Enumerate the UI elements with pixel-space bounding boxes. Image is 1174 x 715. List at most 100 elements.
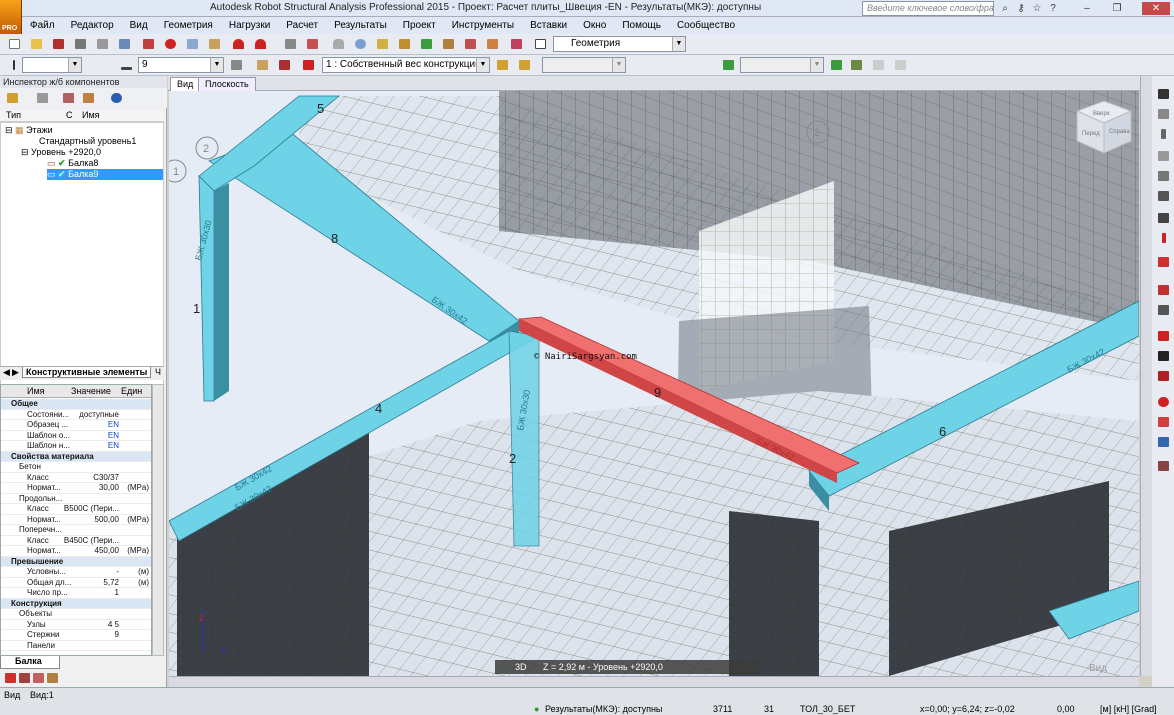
tree-node-beam8[interactable]: ▭ ✔ Балка8 xyxy=(47,158,98,169)
frame-icon[interactable] xyxy=(1155,348,1172,364)
tab-beam[interactable]: Балка xyxy=(0,656,60,669)
property-row[interactable]: Класс C30/37 xyxy=(1,473,151,483)
zoom-icon[interactable] xyxy=(352,36,369,52)
menu-add-ins[interactable]: Вставки xyxy=(522,17,575,33)
support-icon[interactable] xyxy=(1155,328,1172,344)
calculator-icon[interactable] xyxy=(282,36,299,52)
property-subgroup[interactable]: Бетон xyxy=(1,462,151,473)
property-row[interactable]: Состояни... доступные xyxy=(1,410,151,420)
ibeam-icon[interactable] xyxy=(1155,230,1172,246)
release-icon[interactable] xyxy=(1155,254,1172,270)
panel-icon[interactable] xyxy=(1155,168,1172,184)
property-row[interactable]: Нормат... 500,00 (MPa) xyxy=(1,515,151,525)
tab-scroll-left-icon[interactable]: ◀ xyxy=(3,367,10,378)
structure-type-combo[interactable]: ▼ xyxy=(22,57,82,73)
print-preview-icon[interactable] xyxy=(94,36,111,52)
property-row[interactable]: Общая дл... 5,72 (м) xyxy=(1,578,151,588)
property-value[interactable]: 5,72 xyxy=(103,578,119,588)
property-value[interactable]: 9 xyxy=(115,630,119,640)
minimize-button[interactable]: – xyxy=(1080,2,1094,15)
vertical-scrollbar[interactable] xyxy=(1140,76,1152,676)
add-component-icon[interactable] xyxy=(4,90,21,106)
menu-geometry[interactable]: Геометрия xyxy=(156,17,221,33)
slab-icon[interactable] xyxy=(1155,148,1172,164)
property-value[interactable]: 450,00 xyxy=(95,546,119,556)
property-value[interactable]: EN xyxy=(108,431,119,441)
load-case-combo[interactable]: 1 : Собственный вес конструкций ▼ xyxy=(322,57,490,73)
menu-view[interactable]: Вид xyxy=(122,17,156,33)
nodes-icon[interactable] xyxy=(396,36,413,52)
block-icon[interactable] xyxy=(1155,210,1172,226)
truss-icon[interactable] xyxy=(1155,368,1172,384)
results-icon[interactable] xyxy=(720,57,737,73)
save-icon[interactable] xyxy=(50,36,67,52)
sections-icon[interactable] xyxy=(484,36,501,52)
property-row[interactable]: Нормат... 30,00 (MPa) xyxy=(1,483,151,494)
app-logo[interactable]: PRO xyxy=(0,0,22,34)
menu-analysis[interactable]: Расчет xyxy=(278,17,326,33)
results-map-icon[interactable] xyxy=(848,57,865,73)
restore-button[interactable]: ❐ xyxy=(1110,2,1124,15)
menu-window[interactable]: Окно xyxy=(575,17,614,33)
property-subgroup[interactable]: Продольн... xyxy=(1,494,151,504)
reinforce-icon[interactable] xyxy=(34,90,51,106)
close-button[interactable]: ✕ xyxy=(1142,2,1170,15)
property-row[interactable]: Условны... - (м) xyxy=(1,567,151,578)
load-case-down-icon[interactable] xyxy=(516,57,533,73)
property-row[interactable]: Класс B500C (Пери... xyxy=(1,504,151,515)
supports-icon[interactable] xyxy=(440,36,457,52)
selection-icon[interactable] xyxy=(374,36,391,52)
list-icon[interactable] xyxy=(1155,458,1172,474)
lock-icon[interactable] xyxy=(330,36,347,52)
layout-combo[interactable]: Геометрия ▼ xyxy=(553,36,686,52)
property-row[interactable]: Нормат... 450,00 (MPa) xyxy=(1,546,151,557)
open-folder-icon[interactable] xyxy=(28,36,45,52)
help-icon[interactable]: ? xyxy=(1046,2,1060,15)
property-row[interactable]: Стержни 9 xyxy=(1,630,151,641)
display-icon[interactable] xyxy=(228,57,245,73)
screen-capture-icon[interactable] xyxy=(140,36,157,52)
property-value[interactable]: EN xyxy=(108,441,119,451)
tree-node-level[interactable]: ⊟ Уровень +2920,0 xyxy=(21,147,101,158)
sort-icon[interactable] xyxy=(80,90,97,106)
help-search-input[interactable]: Введите ключевое слово/фразу xyxy=(862,1,994,16)
print-icon[interactable] xyxy=(72,36,89,52)
tab-view[interactable]: Вид xyxy=(170,77,201,91)
results-table-icon[interactable] xyxy=(828,57,845,73)
property-row[interactable]: Число пр... 1 xyxy=(1,588,151,599)
new-file-icon[interactable] xyxy=(6,36,23,52)
horizontal-scrollbar[interactable] xyxy=(169,676,1139,687)
property-value[interactable]: EN xyxy=(108,420,119,430)
table-icon[interactable] xyxy=(1155,434,1172,450)
offset-icon[interactable] xyxy=(1155,302,1172,318)
info-icon[interactable] xyxy=(108,90,125,106)
menu-tools[interactable]: Инструменты xyxy=(444,17,522,33)
property-row[interactable]: Узлы 4 5 xyxy=(1,620,151,630)
print-composition-icon[interactable] xyxy=(116,36,133,52)
tree-node-beam9[interactable]: ▭ ✔ Балка9 xyxy=(47,169,163,180)
col-type[interactable]: Тип xyxy=(6,110,21,120)
wall-icon[interactable] xyxy=(1155,188,1172,204)
slab-icon[interactable] xyxy=(44,670,61,686)
section-combo[interactable]: 9 ▼ xyxy=(138,57,224,73)
load-case-up-icon[interactable] xyxy=(494,57,511,73)
home-icon[interactable] xyxy=(254,57,271,73)
tree-node-floors[interactable]: ⊟ ▦ Этажи xyxy=(5,125,53,136)
property-value[interactable]: B450C (Пери... xyxy=(64,536,119,546)
units[interactable]: [м] [кН] [Grad] xyxy=(1100,703,1157,715)
filter-icon[interactable] xyxy=(60,90,77,106)
redo-icon[interactable] xyxy=(252,36,269,52)
bar-icon[interactable] xyxy=(1155,106,1172,122)
properties-scrollbar[interactable] xyxy=(152,384,164,656)
rigid-link-icon[interactable] xyxy=(1155,282,1172,298)
view-mode[interactable]: 3D xyxy=(515,662,527,672)
menu-file[interactable]: Файл xyxy=(22,17,63,33)
star-icon[interactable]: ☆ xyxy=(1030,2,1044,15)
menu-help[interactable]: Помощь xyxy=(614,17,669,33)
wrench-icon[interactable] xyxy=(508,36,525,52)
tab-other[interactable]: Ч xyxy=(155,367,161,377)
property-group[interactable]: Превышение xyxy=(1,556,151,567)
loads-icon[interactable] xyxy=(462,36,479,52)
property-row[interactable]: Класс B450C (Пери... xyxy=(1,536,151,546)
property-value[interactable]: B500C (Пери... xyxy=(64,504,119,514)
